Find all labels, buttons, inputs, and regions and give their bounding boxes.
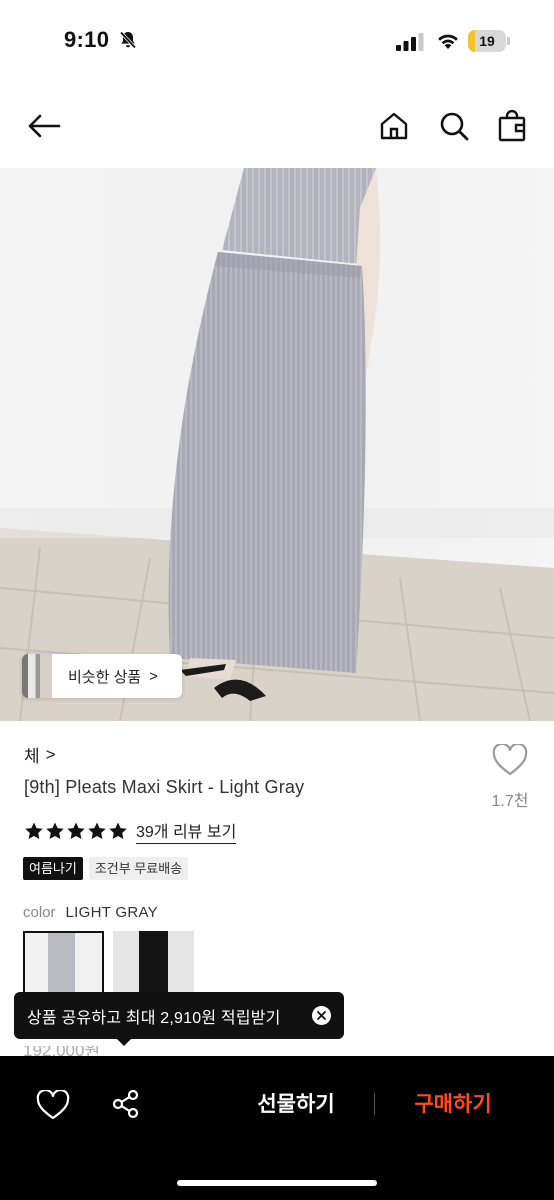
chevron-right-icon: >	[45, 744, 56, 764]
close-icon	[317, 1011, 326, 1020]
color-row: color LIGHT GRAY	[23, 904, 158, 921]
star-icon	[67, 822, 85, 839]
back-button[interactable]	[26, 106, 62, 146]
share-reward-tooltip: 상품 공유하고 최대 2,910원 적립받기	[14, 992, 344, 1039]
color-swatches	[23, 931, 194, 997]
star-icon	[25, 822, 43, 839]
home-button[interactable]	[376, 106, 412, 146]
divider	[374, 1093, 375, 1115]
home-indicator	[177, 1180, 377, 1186]
search-button[interactable]	[436, 106, 472, 146]
price: 192,000원	[23, 1046, 101, 1056]
home-icon	[380, 112, 408, 140]
star-icon	[88, 822, 106, 839]
similar-products-button[interactable]: 비슷한 상품 >	[22, 654, 182, 698]
back-arrow-icon	[28, 114, 61, 138]
swatch-light-gray[interactable]	[23, 931, 104, 997]
bottom-action-bar: 선물하기 구매하기	[0, 1056, 554, 1200]
shopping-bag-icon	[498, 110, 526, 142]
top-nav	[0, 100, 554, 152]
battery-level: 19	[479, 33, 495, 49]
buy-button[interactable]: 구매하기	[392, 1088, 514, 1122]
search-icon	[440, 112, 469, 141]
similar-products-thumbnail	[22, 654, 52, 698]
similar-products-label: 비슷한 상품	[68, 668, 142, 686]
tag-free-shipping: 조건부 무료배송	[88, 857, 189, 880]
rating-stars	[24, 821, 128, 841]
tooltip-text: 상품 공유하고 최대 2,910원 적립받기	[27, 1009, 281, 1027]
like-button[interactable]: 1.7천	[486, 742, 534, 811]
wishlist-heart-icon[interactable]	[36, 1090, 70, 1120]
rating-row: 39개 리뷰 보기	[24, 818, 237, 844]
color-value: LIGHT GRAY	[65, 904, 158, 921]
status-bar: 9:10 19	[0, 0, 554, 84]
color-label: color	[23, 904, 56, 921]
product-tags: 여름나기 조건부 무료배송	[23, 857, 189, 880]
star-icon	[109, 822, 127, 839]
product-photo	[0, 168, 554, 721]
status-time: 9:10	[64, 27, 110, 52]
tag-summer: 여름나기	[23, 857, 83, 880]
battery-icon: 19	[468, 30, 510, 52]
brand-name: 체	[24, 747, 40, 766]
wifi-icon	[438, 34, 458, 49]
heart-icon	[492, 742, 528, 776]
like-count: 1.7천	[491, 793, 529, 810]
tooltip-close-button[interactable]	[312, 1006, 331, 1025]
chevron-right-icon: >	[149, 667, 158, 685]
gift-button[interactable]: 선물하기	[232, 1088, 360, 1122]
product-hero-image[interactable]: 비슷한 상품 >	[0, 168, 554, 721]
share-icon[interactable]	[111, 1089, 141, 1119]
brand-link[interactable]: 체 >	[24, 742, 56, 767]
reviews-link[interactable]: 39개 리뷰 보기	[136, 818, 237, 844]
tooltip-arrow	[116, 1038, 132, 1046]
shopping-bag-button[interactable]	[494, 106, 530, 146]
swatch-black[interactable]	[113, 931, 194, 997]
signal-icon	[396, 33, 424, 51]
bell-slash-icon	[119, 31, 137, 49]
product-title: [9th] Pleats Maxi Skirt - Light Gray	[24, 777, 305, 797]
star-icon	[46, 822, 64, 839]
